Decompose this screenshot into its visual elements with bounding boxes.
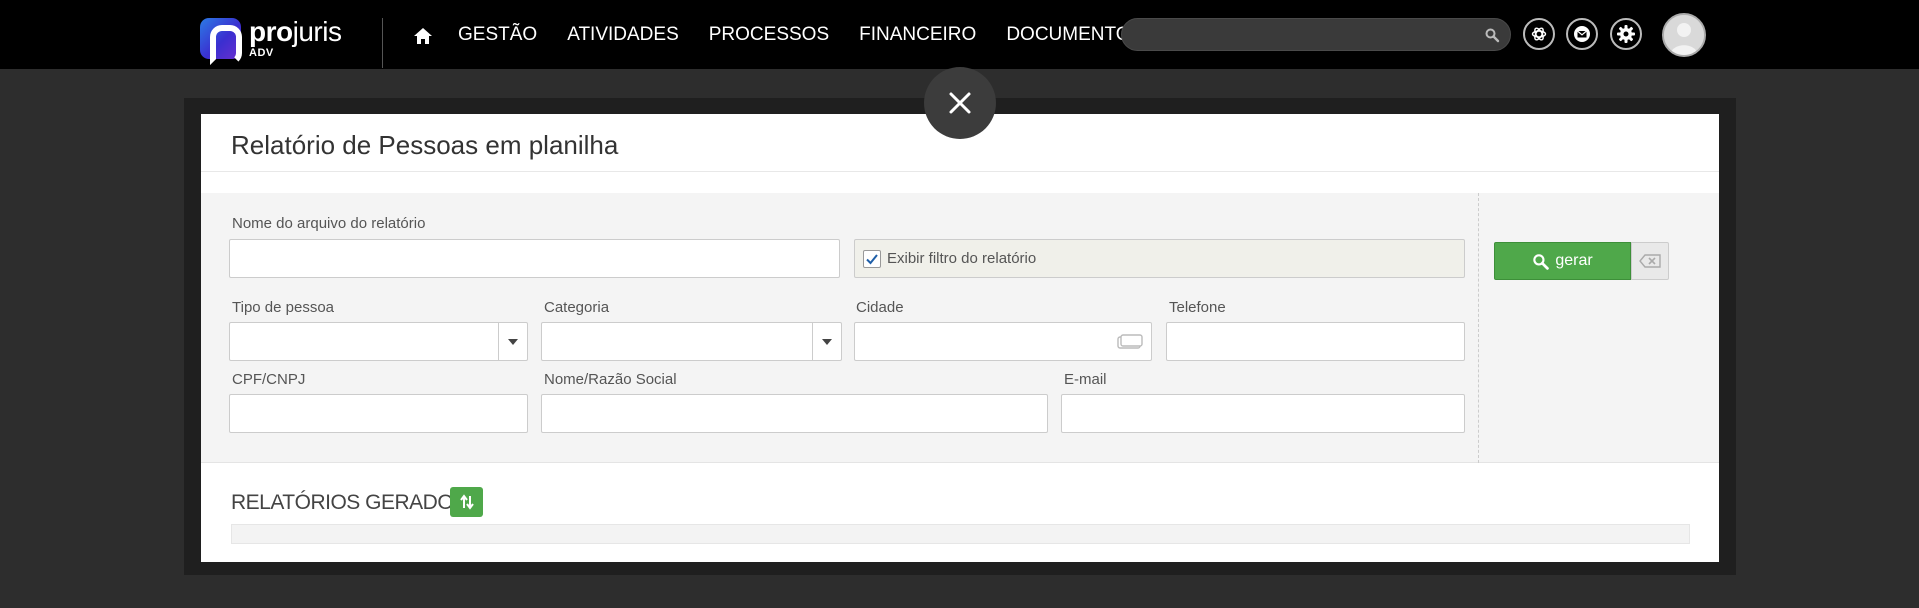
- phone-field: [1166, 322, 1465, 361]
- user-avatar-icon: [1664, 15, 1704, 55]
- show-filter-label: Exibir filtro do relatório: [887, 250, 1037, 267]
- nav-item-processos[interactable]: PROCESSOS: [709, 24, 829, 46]
- sort-arrows-icon: [459, 494, 474, 510]
- nav-divider: [382, 18, 383, 68]
- openai-icon: [1531, 27, 1547, 41]
- name-input[interactable]: [542, 395, 1047, 432]
- clear-filters-button[interactable]: [1631, 242, 1669, 280]
- city-field: [854, 322, 1152, 361]
- file-name-label: Nome do arquivo do relatório: [232, 215, 426, 232]
- nav-item-gestao[interactable]: GESTÃO: [458, 24, 537, 46]
- card-icon: [1117, 334, 1143, 349]
- backspace-icon: [1639, 254, 1661, 268]
- email-field: [1061, 394, 1465, 433]
- nav-item-financeiro[interactable]: FINANCEIRO: [859, 24, 976, 46]
- generated-reports-title: RELATÓRIOS GERADOS: [231, 491, 467, 514]
- top-navbar: projuris ADV GESTÃO ATIVIDADES PROCESSOS…: [0, 0, 1919, 69]
- generate-button[interactable]: gerar: [1494, 242, 1631, 280]
- person-type-input[interactable]: [230, 323, 527, 360]
- email-label: E-mail: [1064, 371, 1107, 388]
- settings-button[interactable]: [1610, 18, 1642, 50]
- category-input[interactable]: [542, 323, 841, 360]
- person-type-select[interactable]: [229, 322, 528, 361]
- generate-button-label: gerar: [1555, 252, 1593, 269]
- category-select[interactable]: [541, 322, 842, 361]
- report-modal: Relatório de Pessoas em planilha Nome do…: [201, 114, 1719, 562]
- generated-reports-list: [231, 524, 1690, 544]
- name-field: [541, 394, 1048, 433]
- email-input[interactable]: [1062, 395, 1464, 432]
- logo-subtitle: ADV: [249, 47, 274, 59]
- logo-word-light: juris: [292, 16, 342, 47]
- city-label: Cidade: [856, 299, 904, 316]
- search-icon: [1533, 253, 1550, 270]
- modal-title: Relatório de Pessoas em planilha: [231, 130, 619, 160]
- form-divider: [1478, 193, 1479, 463]
- chevron-down-icon[interactable]: [812, 323, 841, 360]
- global-search: [1121, 18, 1511, 51]
- settings-gear-icon: [1617, 25, 1635, 43]
- sort-reports-button[interactable]: [450, 487, 483, 517]
- avatar[interactable]: [1662, 13, 1706, 57]
- chevron-down-icon[interactable]: [498, 323, 527, 360]
- messages-button[interactable]: [1566, 18, 1598, 50]
- name-label: Nome/Razão Social: [544, 371, 677, 388]
- main-nav-menu: GESTÃO ATIVIDADES PROCESSOS FINANCEIRO D…: [458, 24, 1143, 46]
- cpf-cnpj-field: [229, 394, 528, 433]
- show-filter-checkbox[interactable]: [863, 249, 881, 268]
- cpf-cnpj-label: CPF/CNPJ: [232, 371, 306, 388]
- projuris-logo[interactable]: projuris ADV: [200, 16, 342, 65]
- close-modal-button[interactable]: [924, 67, 996, 139]
- nav-item-atividades[interactable]: ATIVIDADES: [567, 24, 679, 46]
- close-icon: [949, 92, 971, 114]
- show-filter-toggle[interactable]: Exibir filtro do relatório: [854, 239, 1465, 278]
- file-name-field: [229, 239, 840, 278]
- category-label: Categoria: [544, 299, 610, 316]
- file-name-input[interactable]: [230, 240, 839, 277]
- openai-button[interactable]: [1523, 18, 1555, 50]
- logo-word-bold: pro: [249, 16, 293, 47]
- logo-mark-icon: [200, 18, 242, 65]
- home-icon[interactable]: [413, 26, 433, 46]
- cpf-cnpj-input[interactable]: [230, 395, 527, 432]
- phone-label: Telefone: [1169, 299, 1226, 316]
- city-input[interactable]: [855, 323, 1151, 360]
- filter-form: Nome do arquivo do relatório Exibir filt…: [201, 193, 1719, 463]
- global-search-input[interactable]: [1122, 19, 1510, 50]
- checkmark-icon: [866, 253, 878, 264]
- phone-input[interactable]: [1167, 323, 1464, 360]
- mail-icon: [1574, 26, 1590, 42]
- person-type-label: Tipo de pessoa: [232, 299, 335, 316]
- search-icon[interactable]: [1484, 27, 1500, 43]
- title-divider: [201, 171, 1719, 172]
